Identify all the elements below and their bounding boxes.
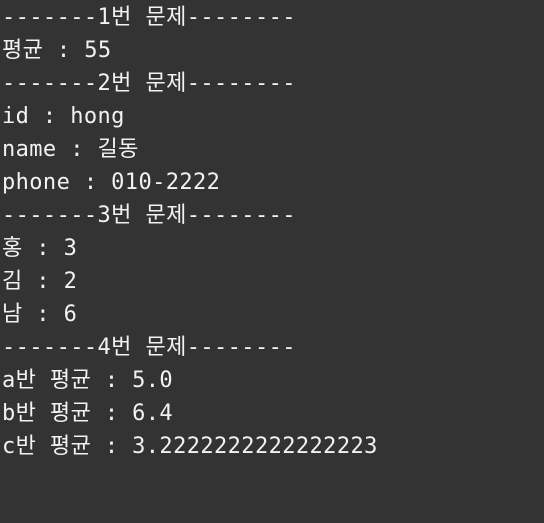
section-header-problem-2: -------2번 문제-------- [2,71,296,96]
section-header-problem-4: -------4번 문제-------- [2,335,296,360]
count-kim-line: 김 : 2 [2,269,78,294]
id-output-line: id : hong [2,104,125,129]
count-nam-line: 남 : 6 [2,302,78,327]
class-b-average-line: b반 평균 : 6.4 [2,401,174,426]
section-header-problem-1: -------1번 문제-------- [2,5,296,30]
count-hong-line: 홍 : 3 [2,236,78,261]
phone-output-line: phone : 010-2222 [2,170,221,195]
class-a-average-line: a반 평균 : 5.0 [2,368,174,393]
name-output-line: name : 길동 [2,137,139,162]
class-c-average-line: c반 평균 : 3.2222222222222223 [2,434,378,459]
section-header-problem-3: -------3번 문제-------- [2,203,296,228]
console-output: -------1번 문제-------- 평균 : 55 -------2번 문… [0,0,544,523]
average-output-line: 평균 : 55 [2,38,112,63]
